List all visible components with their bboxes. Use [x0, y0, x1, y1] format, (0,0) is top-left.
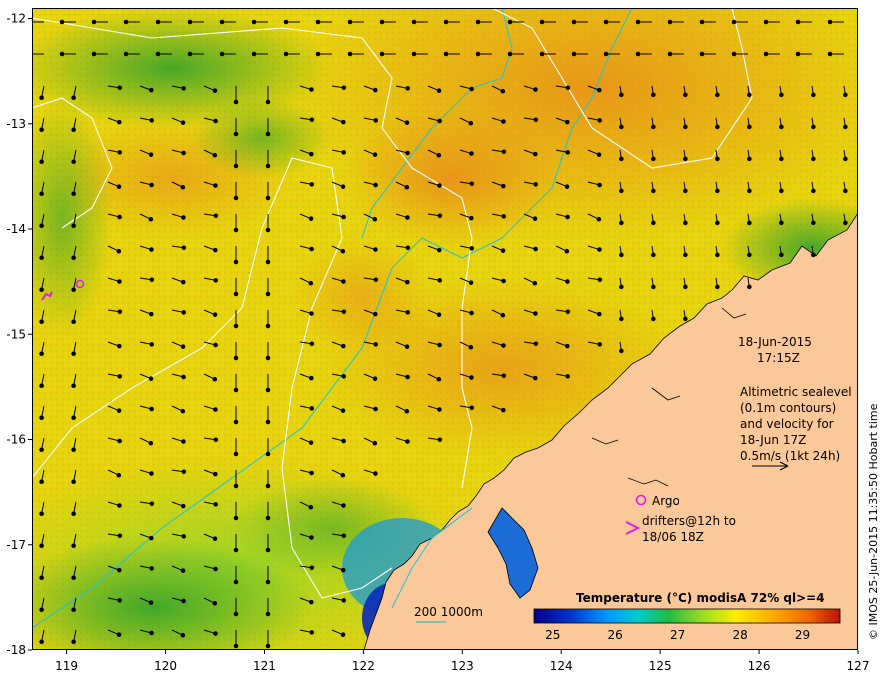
argo-legend-label: Argo [652, 494, 680, 508]
lon-tick-label: 122 [352, 659, 375, 673]
colorbar [533, 608, 841, 624]
colorbar-title: Temperature (°C) modisA 72% ql>=4 [576, 591, 825, 605]
lat-tick-label: -14 [6, 222, 26, 236]
lat-tick-label: -15 [6, 327, 26, 341]
bathymetry-legend-label: 200 1000m [414, 605, 483, 619]
argo-legend-icon [635, 494, 647, 506]
altimetry-line-4: 18-Jun 17Z [740, 433, 806, 447]
drifter-legend-line-2: 18/06 18Z [642, 530, 704, 544]
colorbar-ticks: 25 26 27 28 29 [545, 628, 810, 642]
altimetry-line-2: (0.1m contours) [740, 401, 836, 415]
altimetry-line-3: and velocity for [740, 417, 834, 431]
lon-tick-label: 125 [649, 659, 672, 673]
colorbar-tick-label: 26 [608, 628, 623, 642]
lon-tick-label: 121 [253, 659, 276, 673]
drifter-legend-line-1: drifters@12h to [642, 514, 736, 528]
drifter-legend-icon [625, 521, 641, 535]
lon-tick-label: 124 [550, 659, 573, 673]
credit-text: © IMOS 25-Jun-2015 11:35:50 Hobart time [867, 403, 880, 640]
lon-tick-label: 119 [55, 659, 78, 673]
axes-layer: -12 -13 -14 -15 -16 -17 -18 119 120 121 122 123 124… [6, 12, 880, 673]
colorbar-tick-label: 27 [670, 628, 685, 642]
lat-tick-label: -17 [6, 538, 26, 552]
lat-tick-label: -16 [6, 433, 26, 447]
altimetry-line-1: Altimetric sealevel [740, 385, 852, 399]
scale-vector-arrow [752, 461, 789, 471]
lon-tick-label: 126 [748, 659, 771, 673]
latitude-axis: -12 -13 -14 -15 -16 -17 -18 [6, 12, 32, 657]
colorbar-tick-label: 29 [795, 628, 810, 642]
date-label: 18-Jun-2015 [738, 335, 812, 349]
colorbar-tick-label: 28 [732, 628, 747, 642]
lat-tick-label: -12 [6, 12, 26, 26]
longitude-axis: 119 120 121 122 123 124 125 126 127 [55, 650, 869, 673]
lon-tick-label: 127 [847, 659, 870, 673]
lon-tick-label: 120 [154, 659, 177, 673]
time-label: 17:15Z [757, 351, 800, 365]
lat-tick-label: -18 [6, 643, 26, 657]
scale-vector-label: 0.5m/s (1kt 24h) [740, 449, 840, 463]
colorbar-tick-label: 25 [545, 628, 560, 642]
lat-tick-label: -13 [6, 117, 26, 131]
lon-tick-label: 123 [451, 659, 474, 673]
